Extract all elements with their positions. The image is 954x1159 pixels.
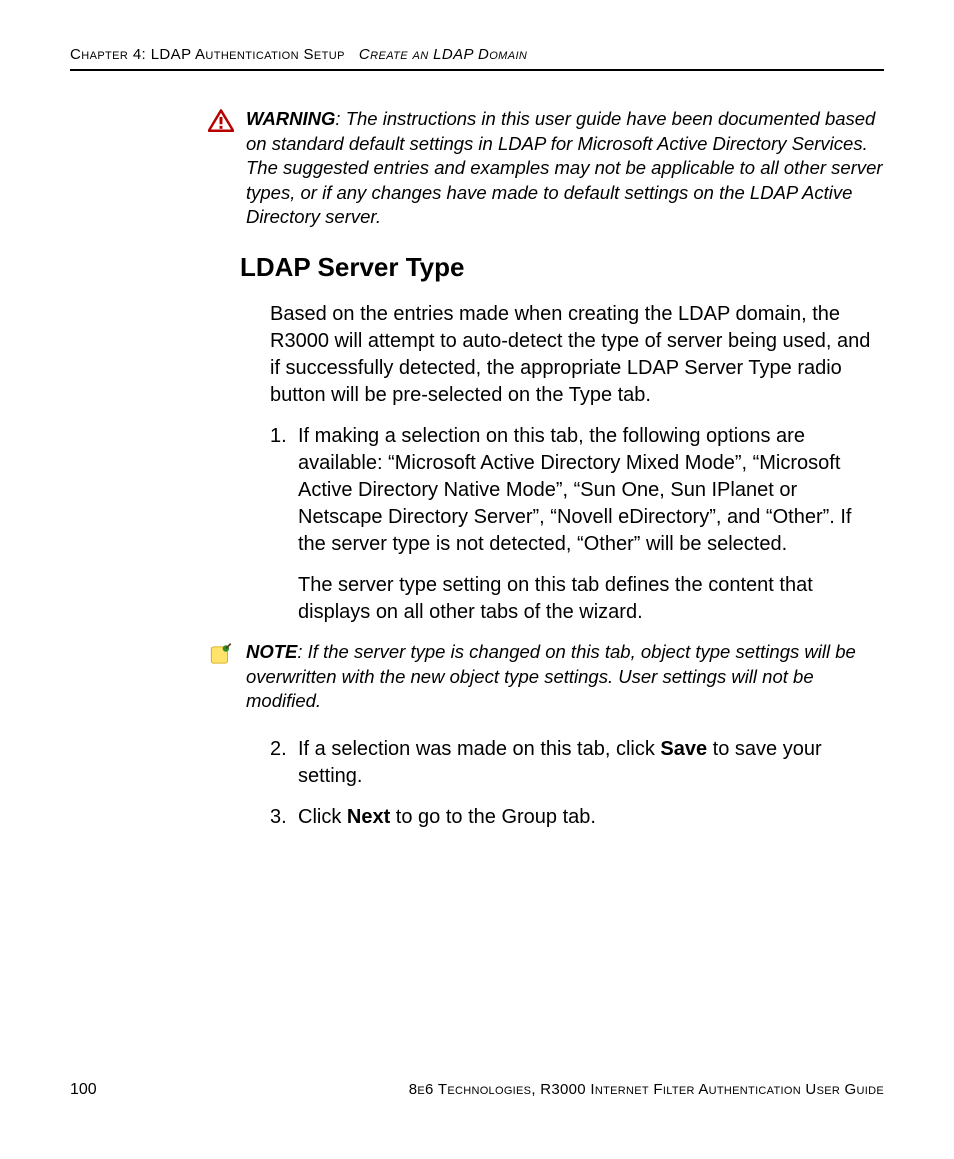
list-text: If making a selection on this tab, the f… <box>298 425 852 555</box>
header-section: Create an LDAP Domain <box>359 46 527 63</box>
list-text-pre: If a selection was made on this tab, cli… <box>298 738 660 760</box>
list-body: If making a selection on this tab, the f… <box>298 423 884 626</box>
intro-paragraph: Based on the entries made when creating … <box>270 301 884 409</box>
list-text-pre: Click <box>298 806 347 828</box>
list-number: 2. <box>270 736 298 790</box>
list-subtext: The server type setting on this tab defi… <box>298 572 884 626</box>
page-header: Chapter 4: LDAP Authentication Setup Crea… <box>70 46 884 71</box>
page: Chapter 4: LDAP Authentication Setup Crea… <box>0 0 954 1159</box>
note-body: : If the server type is changed on this … <box>246 641 856 711</box>
ordered-list: 1. If making a selection on this tab, th… <box>270 423 884 626</box>
list-body: Click Next to go to the Group tab. <box>298 804 884 831</box>
list-item: 3. Click Next to go to the Group tab. <box>270 804 884 831</box>
page-number: 100 <box>70 1081 97 1099</box>
list-item: 1. If making a selection on this tab, th… <box>270 423 884 626</box>
list-item: 2. If a selection was made on this tab, … <box>270 736 884 790</box>
note-label: NOTE <box>246 641 297 662</box>
list-text-bold: Save <box>660 738 707 760</box>
warning-body: : The instructions in this user guide ha… <box>246 108 883 227</box>
list-number: 1. <box>270 423 298 626</box>
list-number: 3. <box>270 804 298 831</box>
warning-text: WARNING: The instructions in this user g… <box>246 107 884 230</box>
warning-callout: WARNING: The instructions in this user g… <box>240 107 884 230</box>
warning-label: WARNING <box>246 108 335 129</box>
list-body: If a selection was made on this tab, cli… <box>298 736 884 790</box>
content-area: WARNING: The instructions in this user g… <box>240 71 884 831</box>
header-chapter: Chapter 4: LDAP Authentication Setup <box>70 46 345 63</box>
note-icon <box>208 640 236 673</box>
footer-text: 8e6 Technologies, R3000 Internet Filter … <box>409 1081 884 1098</box>
ordered-list-cont: 2. If a selection was made on this tab, … <box>270 736 884 831</box>
list-text-bold: Next <box>347 806 390 828</box>
note-callout: NOTE: If the server type is changed on t… <box>240 640 884 714</box>
warning-icon <box>208 107 236 138</box>
note-text: NOTE: If the server type is changed on t… <box>246 640 884 714</box>
list-text-post: to go to the Group tab. <box>390 806 596 828</box>
page-footer: 100 8e6 Technologies, R3000 Internet Fil… <box>70 1081 884 1099</box>
section-heading: LDAP Server Type <box>240 252 884 283</box>
